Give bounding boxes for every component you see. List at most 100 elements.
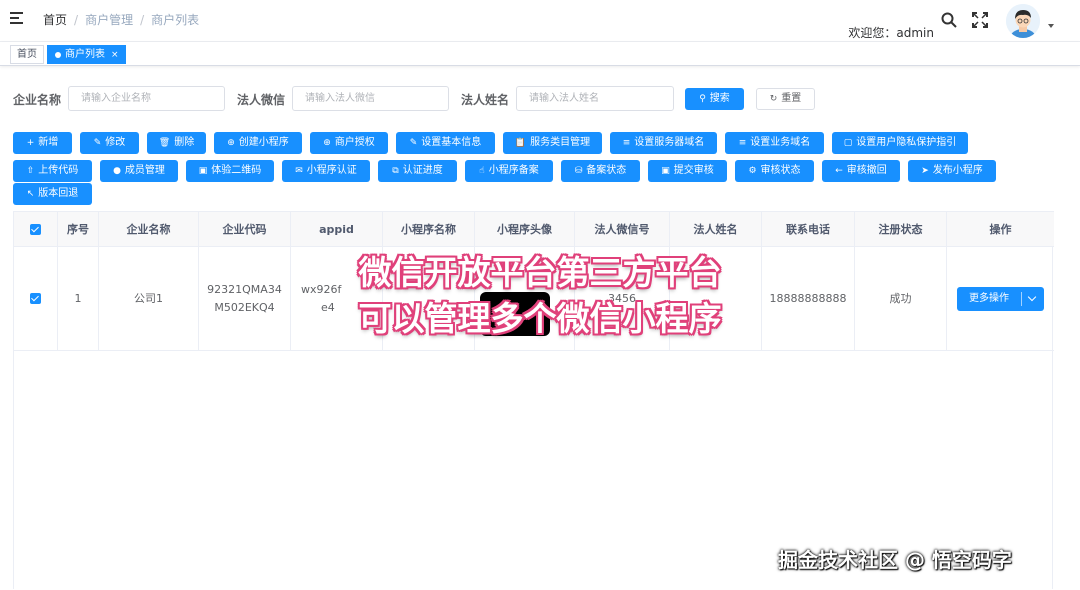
tags-view: 首页 商户列表 × (0, 42, 1080, 66)
more-actions-label: 更多操作 (969, 292, 1009, 304)
search-button-label: 搜索 (709, 93, 730, 104)
version-rollback-button[interactable]: ↖ 版本回退 (13, 183, 92, 205)
more-actions-button[interactable]: 更多操作 (957, 286, 1044, 311)
create-miniprogram-button[interactable]: ⊕ 创建小程序 (214, 132, 302, 154)
search-button[interactable]: ⚲ 搜索 (685, 88, 744, 110)
chevron-down-icon[interactable] (1048, 24, 1054, 28)
breadcrumb-merchant-mgmt[interactable]: 商户管理 (85, 13, 133, 27)
hamburger-icon[interactable] (10, 12, 26, 26)
chevron-down-icon[interactable] (1027, 292, 1037, 301)
btn-label: 服务类目管理 (530, 137, 591, 148)
code-line: M502EKQ4 (214, 300, 275, 314)
caption-line-1: 微信开放平台第三方平台 (358, 253, 722, 292)
btn-label: 小程序认证 (306, 165, 357, 176)
th-phone: 联系电话 (762, 212, 855, 247)
legal-name-label: 法人姓名 (461, 93, 510, 107)
company-name-input[interactable]: 请输入企业名称 (68, 86, 225, 111)
btn-label: 创建小程序 (238, 137, 289, 148)
publish-miniprogram-button[interactable]: ➤ 发布小程序 (908, 160, 996, 182)
list-icon: ≡ (738, 138, 747, 148)
edit-button[interactable]: ✎ 修改 (80, 132, 139, 154)
appid-line: e4 (321, 300, 335, 314)
add-button[interactable]: + 新增 (13, 132, 72, 154)
send-icon: ➤ (921, 166, 929, 176)
legal-name-input[interactable]: 请输入法人姓名 (516, 86, 674, 111)
btn-label: 设置基本信息 (421, 137, 482, 148)
miniprogram-filing-button[interactable]: ☝ 小程序备案 (465, 160, 553, 182)
navbar: 首页 / 商户管理 / 商户列表 欢迎您：admin (0, 0, 1080, 42)
merchant-auth-button[interactable]: ⊕ 商户授权 (310, 132, 388, 154)
cell-code: 92321QMA34 M502EKQ4 (199, 247, 291, 350)
member-mgmt-button[interactable]: ● 成员管理 (100, 160, 178, 182)
filing-status-button[interactable]: ⛁ 备案状态 (561, 160, 640, 182)
arrow-left-icon: ← (835, 166, 843, 176)
tag-label: 商户列表 (65, 49, 105, 60)
breadcrumb-home[interactable]: 首页 (43, 13, 67, 27)
refresh-icon: ↻ (769, 94, 778, 104)
th-mp-avatar: 小程序头像 (475, 212, 575, 247)
code-line: 92321QMA34 (207, 282, 282, 296)
set-basic-info-button[interactable]: ✎ 设置基本信息 (396, 132, 495, 154)
database-icon: ⛁ (574, 166, 583, 176)
row-checkbox[interactable] (14, 247, 58, 350)
legal-wechat-input[interactable]: 请输入法人微信 (292, 86, 449, 111)
upload-code-button[interactable]: ⇧ 上传代码 (13, 160, 92, 182)
legal-wechat-label: 法人微信 (237, 93, 286, 107)
monitor-icon: ▢ (843, 138, 853, 148)
tag-merchant-list[interactable]: 商户列表 × (47, 45, 126, 64)
user-avatar[interactable] (1006, 4, 1040, 38)
th-appid: appid (291, 212, 383, 247)
mail-icon: ✉ (295, 166, 303, 176)
th-status: 注册状态 (855, 212, 947, 247)
cell-company: 公司1 (99, 247, 199, 350)
external-icon: ⧉ (392, 166, 399, 176)
save-icon: ▣ (661, 166, 670, 176)
review-status-button[interactable]: ⚙ 审核状态 (735, 160, 814, 182)
btn-label: 上传代码 (38, 165, 79, 176)
set-server-domain-button[interactable]: ≡ 设置服务器域名 (610, 132, 717, 154)
trial-qrcode-button[interactable]: ▣ 体验二维码 (186, 160, 274, 182)
set-business-domain-button[interactable]: ≡ 设置业务域名 (725, 132, 824, 154)
gear-icon: ⚙ (748, 166, 757, 176)
miniprogram-verify-button[interactable]: ✉ 小程序认证 (282, 160, 370, 182)
review-withdraw-button[interactable]: ← 审核撤回 (822, 160, 900, 182)
reset-button[interactable]: ↻ 重置 (756, 88, 815, 110)
upload-icon: ⇧ (26, 166, 35, 176)
delete-button[interactable]: 🗑 删除 (147, 132, 206, 154)
tag-home[interactable]: 首页 (10, 45, 44, 64)
plus-icon: + (26, 138, 35, 148)
select-all-checkbox[interactable] (14, 212, 58, 247)
th-company: 企业名称 (99, 212, 199, 247)
th-actions: 操作 (989, 223, 1012, 236)
service-category-button[interactable]: 📋 服务类目管理 (503, 132, 602, 154)
search-icon[interactable] (940, 11, 958, 29)
table-header: 序号 企业名称 企业代码 appid 小程序名称 小程序头像 法人微信号 法人姓… (14, 211, 1054, 247)
btn-label: 提交审核 (673, 165, 714, 176)
btn-label: 商户授权 (334, 137, 375, 148)
welcome-text: 欢迎您：admin (848, 26, 934, 40)
close-icon[interactable]: × (111, 50, 119, 60)
btn-label: 新增 (38, 137, 59, 148)
verify-progress-button[interactable]: ⧉ 认证进度 (378, 160, 457, 182)
th-mp-name: 小程序名称 (383, 212, 475, 247)
btn-label: 审核撤回 (846, 165, 887, 176)
caption-line-2: 可以管理多个微信小程序 (358, 299, 722, 338)
fullscreen-icon[interactable] (971, 11, 989, 29)
btn-label: 版本回退 (38, 188, 79, 199)
cell-actions: 更多操作 (947, 247, 1054, 350)
cell-index: 1 (58, 247, 99, 350)
btn-label: 认证进度 (402, 165, 443, 176)
breadcrumb-merchant-list: 商户列表 (151, 13, 200, 27)
btn-label: 设置用户隐私保护指引 (856, 137, 957, 148)
btn-label: 小程序备案 (488, 165, 539, 176)
cell-status: 成功 (855, 247, 947, 350)
submit-review-button[interactable]: ▣ 提交审核 (648, 160, 727, 182)
btn-label: 体验二维码 (211, 165, 262, 176)
btn-label: 设置服务器域名 (634, 137, 705, 148)
breadcrumb: 首页 / 商户管理 / 商户列表 (43, 13, 200, 27)
privacy-guide-button[interactable]: ▢ 设置用户隐私保护指引 (832, 132, 968, 154)
btn-label: 设置业务域名 (750, 137, 811, 148)
company-name-label: 企业名称 (13, 93, 62, 107)
btn-label: 删除 (174, 137, 195, 148)
arrow-up-left-icon: ↖ (26, 189, 35, 199)
